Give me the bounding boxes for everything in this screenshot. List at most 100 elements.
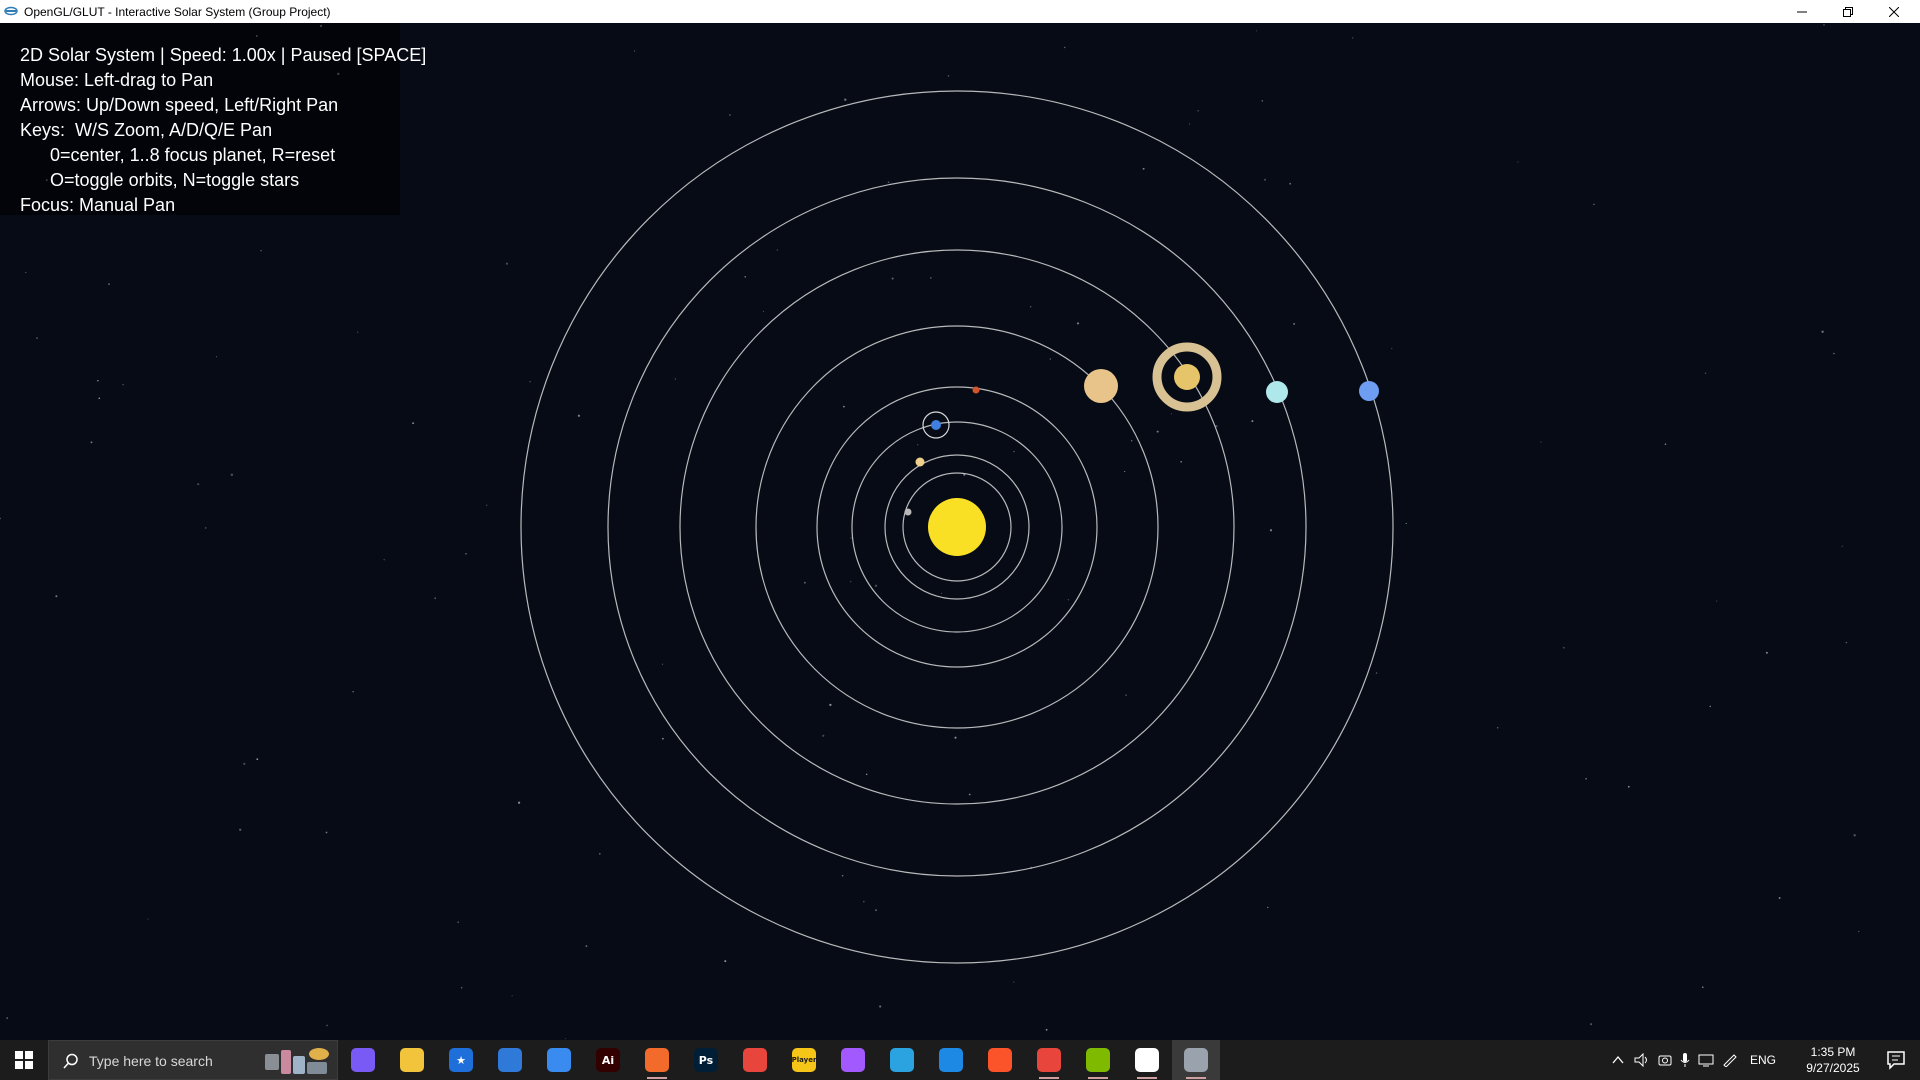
star (1590, 1023, 1593, 1026)
star (1264, 178, 1266, 181)
star (1063, 46, 1066, 49)
star (1517, 161, 1519, 163)
planet-mars (972, 386, 980, 394)
taskbar-app-vscode[interactable] (927, 1040, 975, 1080)
star (461, 987, 463, 989)
minimize-button[interactable] (1779, 0, 1825, 23)
star (1197, 110, 1199, 112)
star (598, 852, 601, 855)
star (1778, 896, 1781, 900)
star (1013, 981, 1015, 983)
star (1664, 443, 1667, 445)
chevron-up-icon[interactable] (1612, 1054, 1624, 1066)
star (917, 444, 919, 446)
speaker-icon[interactable] (1634, 1053, 1650, 1067)
clock[interactable]: 1:35 PM 9/27/2025 (1798, 1044, 1868, 1076)
hud-arrows-help: Arrows: Up/Down speed, Left/Right Pan (20, 95, 339, 115)
star (850, 537, 852, 539)
star (518, 801, 521, 804)
star (822, 734, 825, 737)
star (1251, 420, 1254, 423)
taskbar-app-copilot[interactable] (339, 1040, 387, 1080)
taskbar-app-opengl-app[interactable] (1172, 1040, 1220, 1080)
star (661, 663, 664, 665)
running-indicator (1088, 1077, 1108, 1079)
hud-mouse-help: Mouse: Left-drag to Pan (20, 70, 214, 90)
star (1853, 834, 1856, 837)
taskbar-app-chrome-wp[interactable] (1025, 1040, 1073, 1080)
star (891, 277, 894, 280)
star (486, 504, 488, 506)
star (1709, 705, 1711, 708)
star (1156, 430, 1159, 433)
system-tray: ENG (1612, 1040, 1776, 1080)
running-indicator (1039, 1077, 1059, 1079)
star (1858, 930, 1860, 933)
clock-time: 1:35 PM (1810, 1045, 1856, 1059)
planet-mercury (904, 508, 912, 516)
star (412, 422, 415, 425)
star (511, 995, 513, 997)
opengl-app-icon (1184, 1048, 1208, 1072)
star (6, 1017, 9, 1020)
star (1189, 123, 1191, 125)
notification-icon[interactable] (1886, 1050, 1906, 1070)
dev-app-icon (547, 1048, 571, 1072)
star (1289, 182, 1292, 185)
star (1391, 347, 1393, 349)
planet-earth (922, 411, 950, 439)
star (357, 331, 359, 333)
taskbar-app-brave[interactable] (976, 1040, 1024, 1080)
star (1405, 522, 1407, 525)
taskbar-app-photoshop[interactable]: Ps (682, 1040, 730, 1080)
hud-keys-help: Keys: W/S Zoom, A/D/Q/E Pan (20, 120, 273, 140)
taskbar-app-telegram[interactable] (878, 1040, 926, 1080)
star (326, 1024, 328, 1027)
star (674, 378, 676, 380)
taskbar-app-notes-app[interactable] (486, 1040, 534, 1080)
taskbar-app-figma[interactable] (829, 1040, 877, 1080)
taskbar: Type here to search ★ Ai Ps Player ENG 1:35… (0, 1040, 1920, 1080)
taskbar-app-star-app[interactable]: ★ (437, 1040, 485, 1080)
star (1255, 30, 1258, 32)
star (829, 703, 832, 707)
star (776, 249, 779, 251)
star (1131, 440, 1133, 442)
star (1593, 203, 1595, 206)
store-app-icon (1086, 1048, 1110, 1072)
start-button[interactable] (0, 1040, 48, 1080)
star (1170, 413, 1173, 415)
star (1076, 322, 1080, 325)
taskbar-app-chrome[interactable] (731, 1040, 779, 1080)
running-indicator (1186, 1077, 1206, 1079)
star (1269, 529, 1273, 532)
search-highlight-illustration-icon (265, 1048, 329, 1074)
star (1562, 646, 1565, 649)
windows-logo-icon (15, 1051, 33, 1069)
taskbar-search-box[interactable]: Type here to search (48, 1040, 338, 1080)
pen-icon[interactable] (1722, 1053, 1738, 1067)
taskbar-app-file-explorer[interactable] (388, 1040, 436, 1080)
taskbar-app-illustrator[interactable]: Ai (584, 1040, 632, 1080)
star (843, 405, 845, 408)
sun (928, 498, 986, 556)
search-icon (63, 1053, 78, 1069)
taskbar-app-window-app[interactable] (1123, 1040, 1171, 1080)
star (1821, 330, 1824, 333)
taskbar-app-player-app[interactable]: Player (780, 1040, 828, 1080)
microphone-icon[interactable] (1680, 1053, 1690, 1067)
language-indicator[interactable]: ENG (1750, 1053, 1776, 1067)
star (204, 527, 207, 529)
star (243, 762, 246, 766)
taskbar-app-store-app[interactable] (1074, 1040, 1122, 1080)
camera-icon[interactable] (1658, 1053, 1672, 1067)
network-icon[interactable] (1698, 1053, 1714, 1067)
taskbar-app-dev-app[interactable] (535, 1040, 583, 1080)
star (585, 945, 588, 948)
star (325, 831, 328, 834)
opengl-app-icon (4, 6, 18, 16)
restore-button[interactable] (1825, 0, 1871, 23)
close-button[interactable] (1871, 0, 1917, 23)
star (887, 181, 890, 184)
taskbar-app-brush-app[interactable] (633, 1040, 681, 1080)
